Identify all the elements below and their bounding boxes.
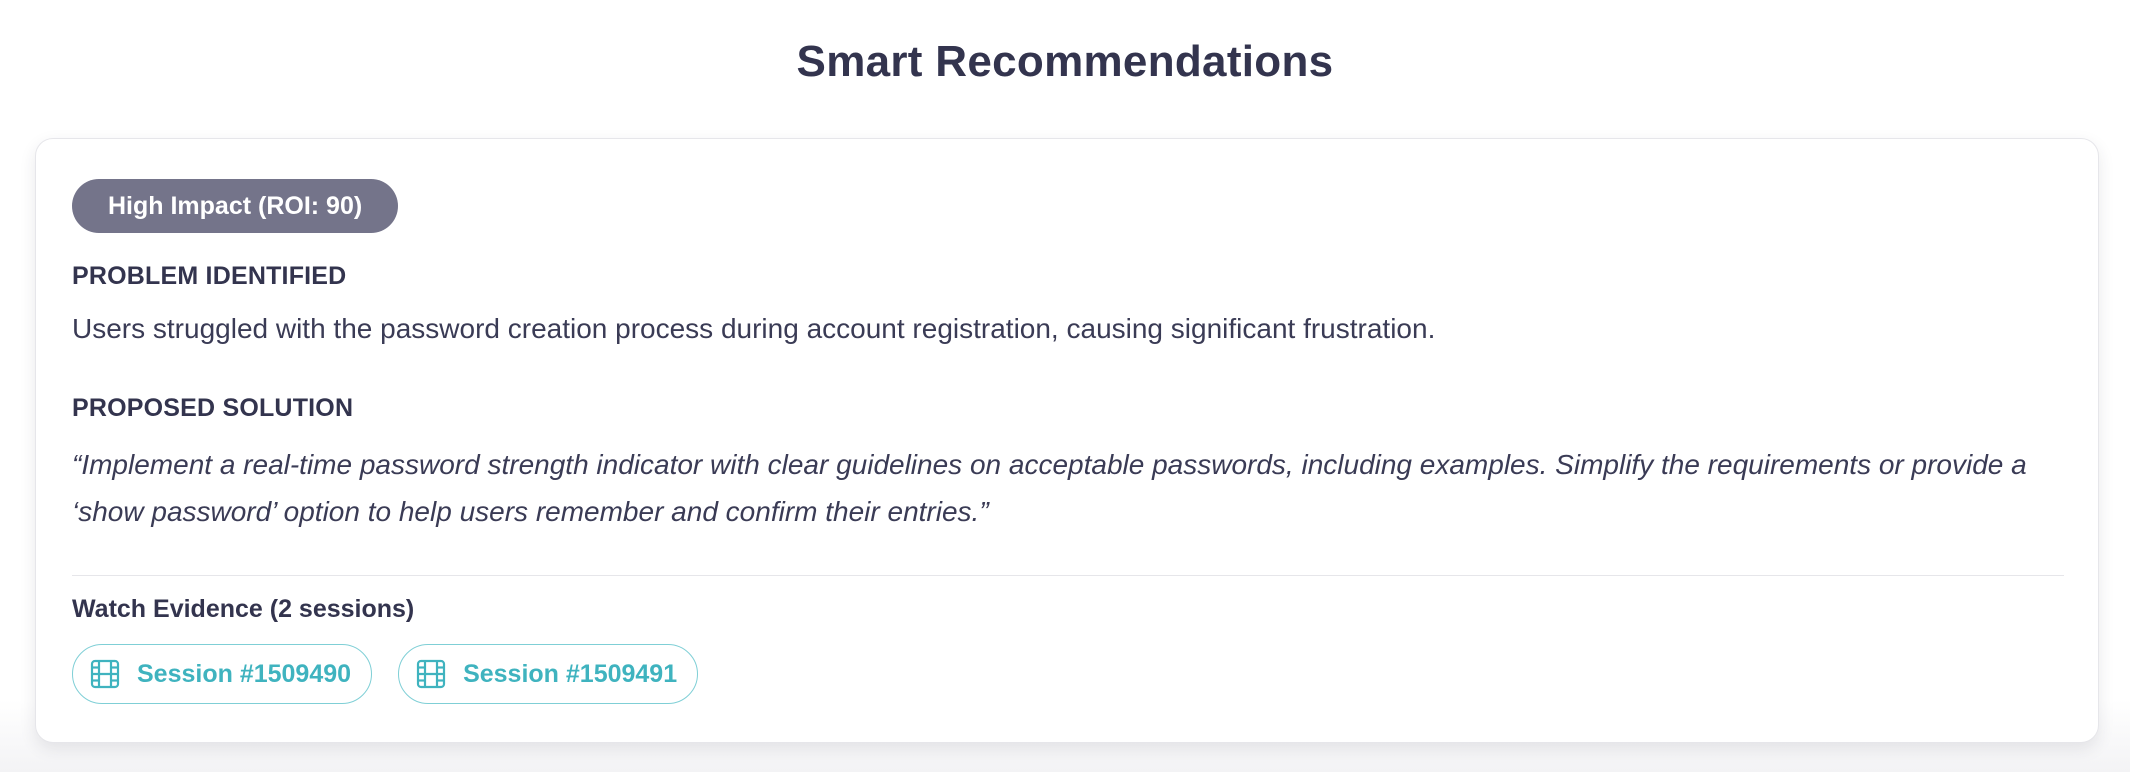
film-icon (90, 659, 120, 689)
solution-heading: PROPOSED SOLUTION (72, 394, 354, 422)
page-title: Smart Recommendations (796, 37, 1334, 86)
impact-badge: High Impact (ROI: 90) (72, 179, 399, 233)
problem-heading: PROBLEM IDENTIFIED (72, 262, 347, 290)
problem-text: Users struggled with the password creati… (72, 313, 1436, 344)
solution-text: “Implement a real-time password strength… (72, 449, 2027, 527)
page: Smart Recommendations High Impact (ROI: … (0, 0, 2130, 772)
recommendation-card: High Impact (ROI: 90) PROBLEM IDENTIFIED… (35, 138, 2099, 743)
divider (72, 575, 2064, 576)
film-icon (416, 659, 446, 689)
evidence-label: Watch Evidence (2 sessions) (72, 595, 415, 623)
session-label: Session #1509491 (463, 659, 678, 688)
session-button[interactable]: Session #1509491 (398, 644, 699, 704)
session-button[interactable]: Session #1509490 (72, 644, 373, 704)
session-label: Session #1509490 (137, 659, 352, 688)
session-list: Session #1509490 Session #1509491 (72, 644, 2062, 704)
